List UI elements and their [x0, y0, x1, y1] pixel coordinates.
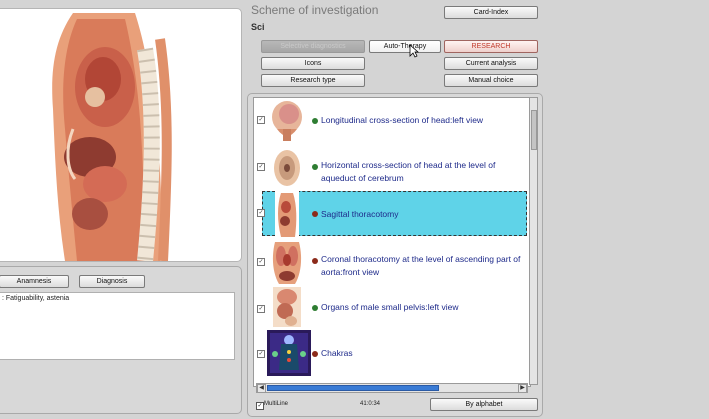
list-item-label: Coronal thoracotomy at the level of asce… — [321, 254, 521, 277]
time-readout: 41:0:34 — [360, 401, 381, 407]
list-item-checkbox[interactable]: ✓ — [257, 258, 265, 266]
list-item[interactable]: ✓ Organs of male small pelvis:left view — [257, 285, 527, 329]
vertical-scrollbar-thumb[interactable] — [531, 110, 537, 150]
head-horizontal-thumbnail — [274, 150, 300, 186]
list-item-label: Horizontal cross-section of head at the … — [321, 160, 496, 183]
anamnesis-button[interactable]: Anamnesis — [0, 275, 69, 288]
list-item-checkbox[interactable]: ✓ — [257, 305, 265, 313]
list-item-label: Longitudinal cross-section of head:left … — [321, 115, 484, 125]
page-title: Scheme of investigation — [251, 3, 379, 17]
research-button[interactable]: RESEARCH — [444, 40, 538, 53]
multiline-label: MultiLine — [264, 401, 289, 407]
research-type-button[interactable]: Research type — [261, 74, 365, 87]
notes-text: : Fatiguability, astenia — [2, 295, 70, 302]
list-item-checkbox[interactable]: ✓ — [257, 209, 265, 217]
horizontal-scrollbar-thumb[interactable] — [267, 385, 439, 391]
manual-choice-button[interactable]: Manual choice — [444, 74, 538, 87]
list-item-checkbox[interactable]: ✓ — [257, 116, 265, 124]
multiline-checkbox[interactable]: ✓ — [256, 402, 264, 410]
list-item[interactable]: ✓ Coronal thoracotomy at the level of as… — [257, 238, 527, 284]
sagittal-anatomy-image — [52, 13, 172, 261]
sagittal-thoracotomy-thumbnail — [275, 191, 299, 237]
list-item[interactable]: ✓ Sagittal thoracotomy — [257, 191, 527, 237]
list-item-status-dot — [312, 351, 318, 357]
list-item-checkbox[interactable]: ✓ — [257, 163, 265, 171]
chakras-thumbnail — [267, 330, 311, 376]
current-analysis-button[interactable]: Current analysis — [444, 57, 538, 70]
card-index-button[interactable]: Card-Index — [444, 6, 538, 19]
list-item-status-dot — [312, 164, 318, 170]
image-panel — [0, 8, 242, 262]
list-item[interactable]: ✓ Horizontal cross-section of head at th… — [257, 146, 527, 190]
list-item-label: Organs of male small pelvis:left view — [321, 302, 459, 312]
scroll-left-arrow-icon[interactable]: ◀ — [257, 384, 266, 393]
list-item-label: Chakras — [321, 348, 353, 358]
diagnosis-button[interactable]: Diagnosis — [79, 275, 145, 288]
patient-panel: Anamnesis Diagnosis : Fatiguability, ast… — [0, 266, 242, 414]
list-item[interactable]: ✓ Chakras — [257, 330, 527, 378]
list-item-status-dot — [312, 258, 318, 264]
coronal-thoracotomy-thumbnail — [272, 242, 302, 284]
by-alphabet-button[interactable]: By alphabet — [430, 398, 538, 411]
male-pelvis-thumbnail — [273, 287, 301, 327]
mouse-cursor-icon — [409, 44, 419, 58]
list-item-status-dot — [312, 211, 318, 217]
list-item-status-dot — [312, 305, 318, 311]
list-item[interactable]: ✓ Longitudinal cross-section of head:lef… — [257, 98, 527, 144]
horizontal-scrollbar[interactable]: ◀ ▶ — [256, 383, 528, 393]
selective-diagnostics-button[interactable]: Selective diagnostics — [261, 40, 365, 53]
list-item-status-dot — [312, 118, 318, 124]
head-longitudinal-thumbnail — [272, 101, 302, 141]
icons-button[interactable]: Icons — [261, 57, 365, 70]
list-item-label: Sagittal thoracotomy — [321, 209, 399, 219]
auto-therapy-button[interactable]: Auto-Therapy — [369, 40, 441, 53]
scroll-right-arrow-icon[interactable]: ▶ — [518, 384, 527, 393]
notes-area[interactable]: : Fatiguability, astenia — [0, 292, 235, 360]
list-item-checkbox[interactable]: ✓ — [257, 350, 265, 358]
vertical-scrollbar[interactable] — [529, 97, 538, 385]
page-subtitle: Sci — [251, 22, 265, 32]
